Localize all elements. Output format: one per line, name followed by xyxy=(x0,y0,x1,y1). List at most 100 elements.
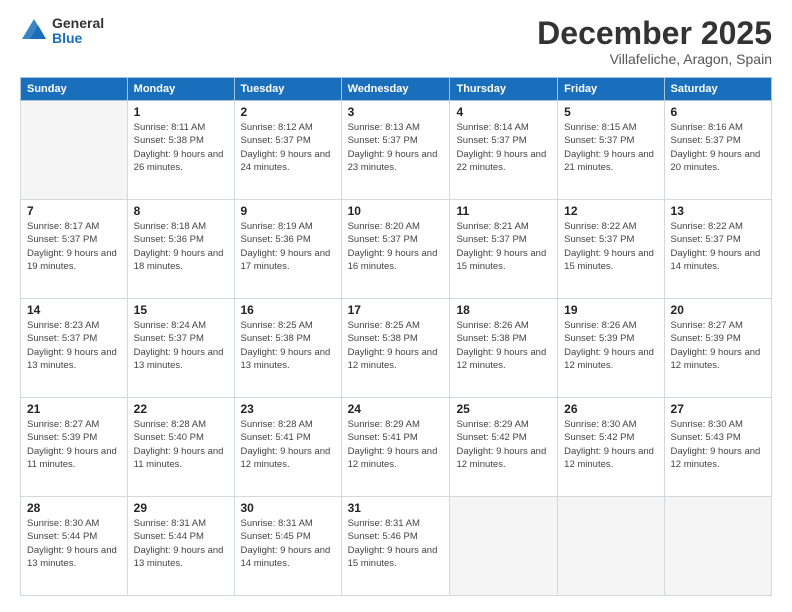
day-detail: Sunrise: 8:11 AMSunset: 5:38 PMDaylight:… xyxy=(134,121,228,174)
calendar-cell: 10Sunrise: 8:20 AMSunset: 5:37 PMDayligh… xyxy=(341,200,450,299)
day-info-line: Sunrise: 8:22 AM xyxy=(671,220,765,233)
day-info-line: Sunrise: 8:25 AM xyxy=(348,319,444,332)
day-info-line: Sunset: 5:38 PM xyxy=(134,134,228,147)
calendar-cell: 21Sunrise: 8:27 AMSunset: 5:39 PMDayligh… xyxy=(21,398,128,497)
day-detail: Sunrise: 8:12 AMSunset: 5:37 PMDaylight:… xyxy=(241,121,335,174)
calendar-body: 1Sunrise: 8:11 AMSunset: 5:38 PMDaylight… xyxy=(21,101,772,596)
day-info-line: Sunrise: 8:27 AM xyxy=(27,418,121,431)
day-info-line: Sunrise: 8:24 AM xyxy=(134,319,228,332)
day-info-line: Sunset: 5:37 PM xyxy=(671,134,765,147)
day-info-line: Daylight: 9 hours and 13 minutes. xyxy=(241,346,335,373)
day-info-line: Sunset: 5:37 PM xyxy=(241,134,335,147)
logo-icon xyxy=(20,17,48,45)
calendar-week-row: 7Sunrise: 8:17 AMSunset: 5:37 PMDaylight… xyxy=(21,200,772,299)
day-info-line: Sunset: 5:39 PM xyxy=(671,332,765,345)
calendar-week-row: 14Sunrise: 8:23 AMSunset: 5:37 PMDayligh… xyxy=(21,299,772,398)
day-info-line: Sunrise: 8:31 AM xyxy=(348,517,444,530)
calendar-cell: 3Sunrise: 8:13 AMSunset: 5:37 PMDaylight… xyxy=(341,101,450,200)
day-detail: Sunrise: 8:20 AMSunset: 5:37 PMDaylight:… xyxy=(348,220,444,273)
day-info-line: Daylight: 9 hours and 20 minutes. xyxy=(671,148,765,175)
day-info-line: Sunset: 5:42 PM xyxy=(456,431,551,444)
day-info-line: Daylight: 9 hours and 23 minutes. xyxy=(348,148,444,175)
day-info-line: Sunset: 5:37 PM xyxy=(671,233,765,246)
calendar-cell: 22Sunrise: 8:28 AMSunset: 5:40 PMDayligh… xyxy=(127,398,234,497)
day-info-line: Sunset: 5:37 PM xyxy=(348,134,444,147)
day-info-line: Sunset: 5:39 PM xyxy=(564,332,657,345)
day-info-line: Daylight: 9 hours and 16 minutes. xyxy=(348,247,444,274)
calendar-cell xyxy=(558,497,664,596)
col-tuesday: Tuesday xyxy=(234,78,341,101)
day-detail: Sunrise: 8:29 AMSunset: 5:42 PMDaylight:… xyxy=(456,418,551,471)
day-info-line: Sunrise: 8:28 AM xyxy=(241,418,335,431)
calendar-cell: 28Sunrise: 8:30 AMSunset: 5:44 PMDayligh… xyxy=(21,497,128,596)
calendar-cell: 5Sunrise: 8:15 AMSunset: 5:37 PMDaylight… xyxy=(558,101,664,200)
day-info-line: Sunset: 5:37 PM xyxy=(348,233,444,246)
day-info-line: Daylight: 9 hours and 12 minutes. xyxy=(564,445,657,472)
day-info-line: Sunrise: 8:14 AM xyxy=(456,121,551,134)
calendar-cell: 1Sunrise: 8:11 AMSunset: 5:38 PMDaylight… xyxy=(127,101,234,200)
calendar-cell xyxy=(664,497,771,596)
day-info-line: Daylight: 9 hours and 12 minutes. xyxy=(456,445,551,472)
calendar-cell: 24Sunrise: 8:29 AMSunset: 5:41 PMDayligh… xyxy=(341,398,450,497)
day-info-line: Sunset: 5:37 PM xyxy=(27,233,121,246)
day-info-line: Sunrise: 8:20 AM xyxy=(348,220,444,233)
day-info-line: Sunset: 5:37 PM xyxy=(134,332,228,345)
day-number: 11 xyxy=(456,204,551,218)
day-info-line: Daylight: 9 hours and 13 minutes. xyxy=(27,544,121,571)
day-detail: Sunrise: 8:26 AMSunset: 5:38 PMDaylight:… xyxy=(456,319,551,372)
day-number: 12 xyxy=(564,204,657,218)
day-info-line: Sunrise: 8:26 AM xyxy=(456,319,551,332)
day-info-line: Sunrise: 8:11 AM xyxy=(134,121,228,134)
day-number: 18 xyxy=(456,303,551,317)
day-info-line: Sunrise: 8:31 AM xyxy=(134,517,228,530)
day-detail: Sunrise: 8:22 AMSunset: 5:37 PMDaylight:… xyxy=(564,220,657,273)
calendar-cell: 17Sunrise: 8:25 AMSunset: 5:38 PMDayligh… xyxy=(341,299,450,398)
day-info-line: Sunset: 5:37 PM xyxy=(564,233,657,246)
day-info-line: Daylight: 9 hours and 13 minutes. xyxy=(134,544,228,571)
day-info-line: Sunset: 5:38 PM xyxy=(348,332,444,345)
day-info-line: Sunrise: 8:12 AM xyxy=(241,121,335,134)
day-info-line: Sunset: 5:41 PM xyxy=(241,431,335,444)
month-title: December 2025 xyxy=(537,16,772,51)
day-detail: Sunrise: 8:30 AMSunset: 5:44 PMDaylight:… xyxy=(27,517,121,570)
day-info-line: Daylight: 9 hours and 12 minutes. xyxy=(456,346,551,373)
logo: General Blue xyxy=(20,16,104,47)
calendar-cell: 27Sunrise: 8:30 AMSunset: 5:43 PMDayligh… xyxy=(664,398,771,497)
calendar-cell: 19Sunrise: 8:26 AMSunset: 5:39 PMDayligh… xyxy=(558,299,664,398)
day-number: 8 xyxy=(134,204,228,218)
day-detail: Sunrise: 8:29 AMSunset: 5:41 PMDaylight:… xyxy=(348,418,444,471)
day-info-line: Daylight: 9 hours and 13 minutes. xyxy=(27,346,121,373)
logo-blue-label: Blue xyxy=(52,31,104,46)
calendar-cell: 18 Sunrise: 8:26 AMSunset: 5:38 PMDayligh… xyxy=(450,299,558,398)
day-info-line: Daylight: 9 hours and 12 minutes. xyxy=(564,346,657,373)
day-info-line: Daylight: 9 hours and 14 minutes. xyxy=(241,544,335,571)
day-number: 15 xyxy=(134,303,228,317)
day-info-line: Sunrise: 8:30 AM xyxy=(564,418,657,431)
location-subtitle: Villafeliche, Aragon, Spain xyxy=(537,51,772,67)
day-number: 3 xyxy=(348,105,444,119)
day-info-line: Sunrise: 8:28 AM xyxy=(134,418,228,431)
day-info-line: Daylight: 9 hours and 12 minutes. xyxy=(671,346,765,373)
day-number: 4 xyxy=(456,105,551,119)
calendar-cell: 4 Sunrise: 8:14 AMSunset: 5:37 PMDaylight… xyxy=(450,101,558,200)
calendar-cell: 25Sunrise: 8:29 AMSunset: 5:42 PMDayligh… xyxy=(450,398,558,497)
day-info-line: Sunset: 5:39 PM xyxy=(27,431,121,444)
day-info-line: Sunrise: 8:16 AM xyxy=(671,121,765,134)
calendar-cell: 30Sunrise: 8:31 AMSunset: 5:45 PMDayligh… xyxy=(234,497,341,596)
day-info-line: Sunrise: 8:21 AM xyxy=(456,220,551,233)
header-row: Sunday Monday Tuesday Wednesday Thursday… xyxy=(21,78,772,101)
day-info-line: Sunrise: 8:31 AM xyxy=(241,517,335,530)
calendar-cell: 11Sunrise: 8:21 AMSunset: 5:37 PMDayligh… xyxy=(450,200,558,299)
day-info-line: Sunrise: 8:29 AM xyxy=(348,418,444,431)
day-number: 6 xyxy=(671,105,765,119)
day-detail: Sunrise: 8:14 AMSunset: 5:37 PMDaylight:… xyxy=(456,121,551,174)
day-detail: Sunrise: 8:19 AMSunset: 5:36 PMDaylight:… xyxy=(241,220,335,273)
calendar-week-row: 1Sunrise: 8:11 AMSunset: 5:38 PMDaylight… xyxy=(21,101,772,200)
day-number: 27 xyxy=(671,402,765,416)
header: General Blue December 2025 Villafeliche,… xyxy=(20,16,772,67)
logo-text: General Blue xyxy=(52,16,104,47)
day-info-line: Sunset: 5:38 PM xyxy=(241,332,335,345)
day-info-line: Sunset: 5:37 PM xyxy=(27,332,121,345)
day-number: 2 xyxy=(241,105,335,119)
col-thursday: Thursday xyxy=(450,78,558,101)
